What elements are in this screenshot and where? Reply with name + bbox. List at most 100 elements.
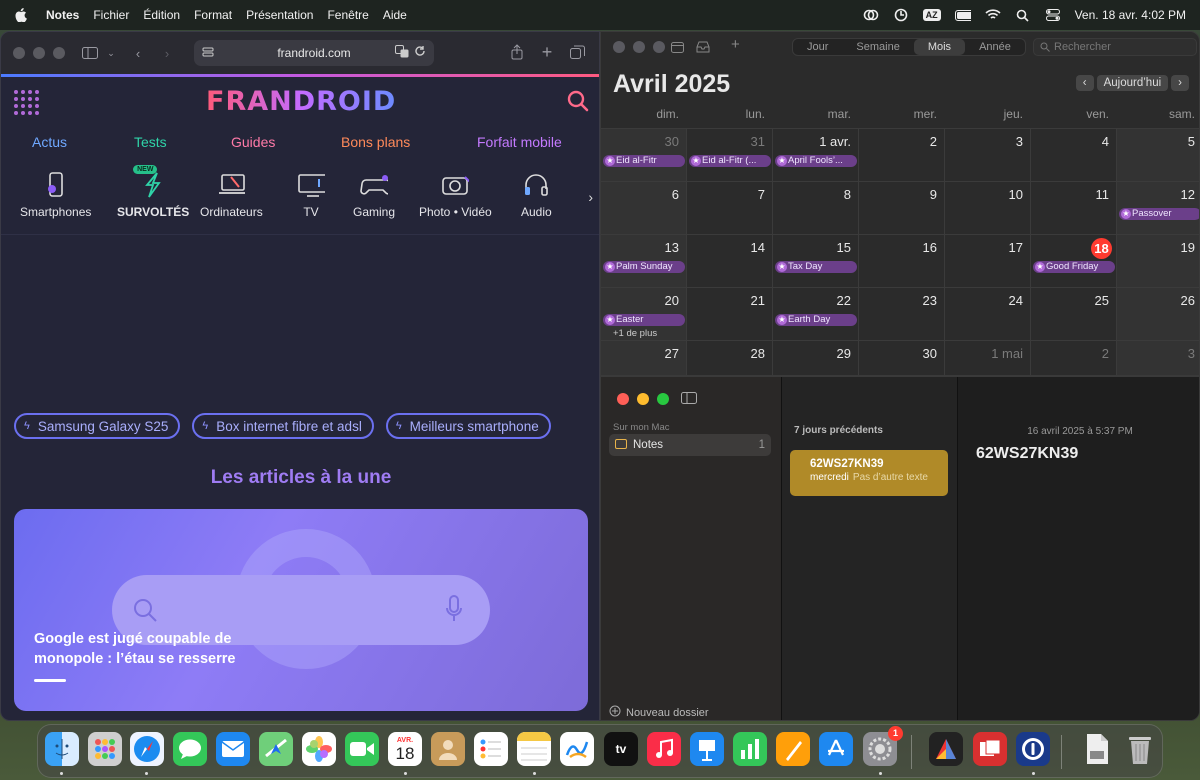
- day-cell[interactable]: 9: [859, 181, 945, 234]
- menu-format[interactable]: Format: [194, 8, 232, 22]
- menu-clock[interactable]: Ven. 18 avr. 4:02 PM: [1075, 8, 1186, 22]
- calendar-list-icon[interactable]: [671, 40, 684, 58]
- day-cell[interactable]: 30: [859, 340, 945, 375]
- more-events-link[interactable]: +1 de plus: [613, 328, 657, 339]
- input-source-badge[interactable]: AZ: [922, 9, 941, 21]
- note-list-item[interactable]: 62WS27KN39 mercredi Pas d’autre texte: [790, 450, 948, 496]
- day-cell[interactable]: 11: [1031, 181, 1117, 234]
- notes-icon[interactable]: [517, 732, 551, 766]
- contacts-icon[interactable]: [431, 732, 465, 766]
- finder-icon[interactable]: [45, 732, 79, 766]
- day-cell[interactable]: 10: [945, 181, 1031, 234]
- new-folder-button[interactable]: Nouveau dossier: [609, 705, 709, 720]
- page-settings-icon[interactable]: [202, 46, 214, 61]
- pages-icon[interactable]: [776, 732, 810, 766]
- messages-icon[interactable]: [173, 732, 207, 766]
- day-cell[interactable]: 17: [945, 234, 1031, 287]
- numbers-icon[interactable]: [733, 732, 767, 766]
- wifi-icon[interactable]: [985, 8, 1001, 22]
- 1password-icon[interactable]: [1016, 732, 1050, 766]
- day-cell[interactable]: 5: [1117, 128, 1199, 181]
- site-search-icon[interactable]: [567, 90, 589, 112]
- day-cell[interactable]: 18 Good Friday: [1031, 234, 1117, 287]
- menu-presentation[interactable]: Présentation: [246, 8, 313, 22]
- zoom-button[interactable]: [53, 47, 65, 59]
- nav-forfait-mobile[interactable]: Forfait mobile: [477, 134, 562, 150]
- day-cell[interactable]: 12 Passover: [1117, 181, 1199, 234]
- tag-box-internet[interactable]: ϟ Box internet fibre et adsl: [192, 413, 374, 439]
- minimize-button[interactable]: [637, 393, 649, 405]
- keynote-icon[interactable]: [690, 732, 724, 766]
- day-cell[interactable]: 20 Easter +1 de plus: [601, 287, 687, 340]
- folder-notes[interactable]: Notes 1: [609, 434, 771, 456]
- spotlight-icon[interactable]: [1015, 8, 1031, 22]
- back-icon[interactable]: ‹: [129, 44, 147, 62]
- nav-actus[interactable]: Actus: [32, 134, 67, 150]
- day-cell[interactable]: 24: [945, 287, 1031, 340]
- close-button[interactable]: [617, 393, 629, 405]
- photo-booth-icon[interactable]: [973, 732, 1007, 766]
- view-month[interactable]: Mois: [913, 39, 966, 55]
- category-survoltes[interactable]: NEW SURVOLTÉS: [117, 165, 189, 219]
- next-month-button[interactable]: ›: [1171, 75, 1189, 91]
- day-cell[interactable]: 15 Tax Day: [773, 234, 859, 287]
- calendar-search-field[interactable]: Rechercher: [1033, 38, 1197, 56]
- category-audio[interactable]: Audio: [521, 171, 552, 219]
- holiday-event[interactable]: Passover: [1119, 208, 1199, 220]
- previous-month-button[interactable]: ‹: [1075, 75, 1094, 91]
- photos-icon[interactable]: [302, 732, 336, 766]
- menu-edition[interactable]: Édition: [143, 8, 180, 22]
- facetime-icon[interactable]: [345, 732, 379, 766]
- mail-icon[interactable]: [216, 732, 250, 766]
- trash-icon[interactable]: [1123, 732, 1157, 766]
- settings-icon[interactable]: 1: [863, 726, 903, 766]
- translate-icon[interactable]: [395, 45, 409, 61]
- chevron-right-icon[interactable]: ›: [588, 189, 593, 205]
- today-button[interactable]: Aujourd’hui: [1096, 75, 1169, 91]
- control-center-icon[interactable]: [1045, 8, 1061, 22]
- maps-icon[interactable]: [259, 732, 293, 766]
- holiday-event[interactable]: Eid al-Fitr (...: [689, 155, 771, 167]
- zoom-button[interactable]: [653, 41, 665, 53]
- day-cell[interactable]: 19: [1117, 234, 1199, 287]
- day-cell[interactable]: 14: [687, 234, 773, 287]
- day-cell[interactable]: 1 mai: [945, 340, 1031, 375]
- menu-app-name[interactable]: Notes: [46, 8, 79, 22]
- chevron-down-icon[interactable]: ⌄: [102, 44, 120, 62]
- minimize-button[interactable]: [33, 47, 45, 59]
- day-cell[interactable]: 1 avr. April Fools’...: [773, 128, 859, 181]
- sidebar-toggle-icon[interactable]: [81, 44, 99, 62]
- day-cell[interactable]: 3: [945, 128, 1031, 181]
- freeform-icon[interactable]: [560, 732, 594, 766]
- day-cell[interactable]: 25: [1031, 287, 1117, 340]
- category-ordinateurs[interactable]: Ordinateurs: [200, 171, 263, 219]
- nav-bons-plans[interactable]: Bons plans: [341, 134, 410, 150]
- sidebar-toggle-icon[interactable]: [681, 391, 697, 409]
- zoom-button[interactable]: [657, 393, 669, 405]
- holiday-event[interactable]: Palm Sunday: [603, 261, 685, 273]
- day-cell[interactable]: 6: [601, 181, 687, 234]
- affinity-icon[interactable]: [929, 732, 963, 766]
- day-cell[interactable]: 2: [1031, 340, 1117, 375]
- holiday-event[interactable]: Tax Day: [775, 261, 857, 273]
- tag-meilleurs-smartphone[interactable]: ϟ Meilleurs smartphone: [385, 413, 551, 439]
- minimize-button[interactable]: [633, 41, 645, 53]
- day-cell[interactable]: 13 Palm Sunday: [601, 234, 687, 287]
- menu-aide[interactable]: Aide: [383, 8, 407, 22]
- category-photo-video[interactable]: Photo • Vidéo: [419, 171, 492, 219]
- featured-article-card[interactable]: Google est jugé coupable de monopole : l…: [14, 509, 588, 711]
- day-cell[interactable]: 16: [859, 234, 945, 287]
- day-cell[interactable]: 3: [1117, 340, 1199, 375]
- site-logo[interactable]: FRANDROID: [206, 86, 396, 117]
- view-week[interactable]: Semaine: [842, 39, 913, 55]
- day-cell[interactable]: 29: [773, 340, 859, 375]
- reload-icon[interactable]: [414, 45, 426, 61]
- close-button[interactable]: [13, 47, 25, 59]
- calendar-icon[interactable]: AVR. 18: [388, 732, 422, 766]
- tv-icon[interactable]: tv: [604, 732, 638, 766]
- close-button[interactable]: [613, 41, 625, 53]
- new-tab-icon[interactable]: +: [538, 42, 556, 62]
- menu-fenetre[interactable]: Fenêtre: [327, 8, 368, 22]
- address-bar[interactable]: frandroid.com: [194, 40, 434, 66]
- safari-icon[interactable]: [130, 732, 164, 766]
